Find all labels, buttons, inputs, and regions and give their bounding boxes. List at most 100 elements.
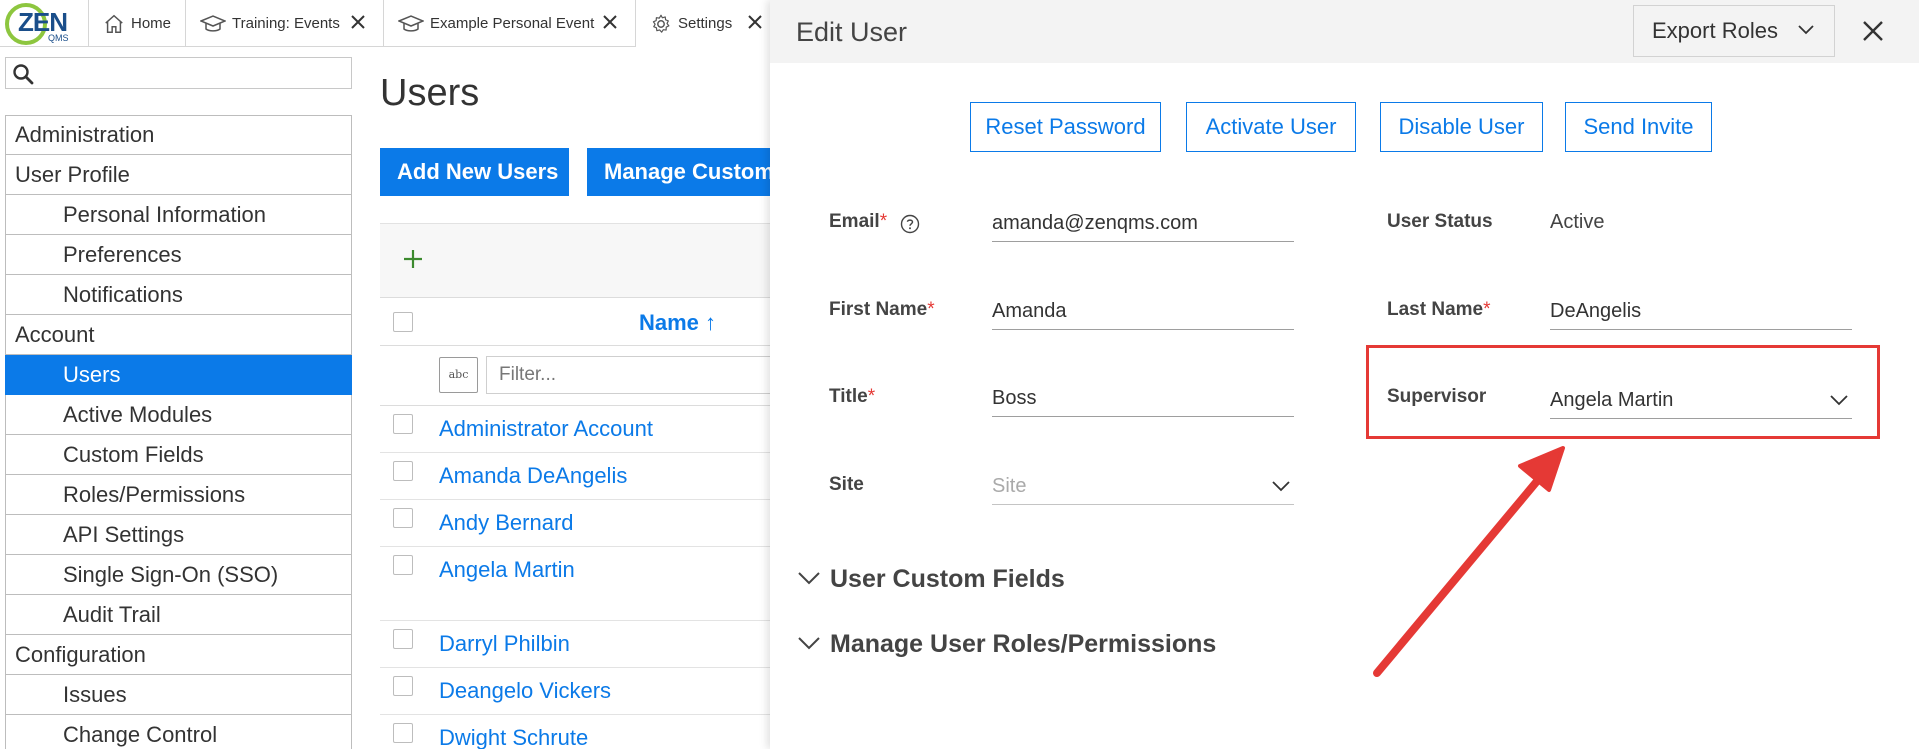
close-icon[interactable]	[601, 13, 619, 31]
panel-header: Edit User Export Roles	[770, 0, 1919, 63]
add-new-users-button[interactable]: Add New Users	[380, 148, 569, 196]
title-label: Title*	[829, 386, 875, 408]
close-icon[interactable]	[746, 13, 764, 31]
nav-section-user-profile[interactable]: User Profile	[5, 155, 352, 195]
export-roles-dropdown[interactable]: Export Roles	[1633, 5, 1835, 57]
select-all-checkbox[interactable]	[393, 312, 413, 332]
row-checkbox[interactable]	[393, 414, 413, 434]
first-name-label: First Name*	[829, 299, 935, 321]
chevron-down-icon	[1272, 481, 1290, 492]
add-icon[interactable]	[403, 249, 423, 269]
activate-user-button[interactable]: Activate User	[1186, 102, 1356, 152]
grid-filter-row: abc	[380, 346, 770, 406]
table-row: Angela Martin	[380, 547, 770, 621]
chevron-down-icon	[798, 637, 820, 650]
reset-password-button[interactable]: Reset Password	[970, 102, 1161, 152]
user-custom-fields-section[interactable]: User Custom Fields	[798, 565, 1065, 594]
title-field[interactable]: Boss	[992, 377, 1294, 417]
nav-item-users[interactable]: Users	[5, 355, 352, 395]
search-input[interactable]	[40, 62, 340, 84]
page-title: Users	[380, 72, 480, 114]
nav-item-audit-trail[interactable]: Audit Trail	[5, 595, 352, 635]
user-name-link[interactable]: Administrator Account	[439, 416, 653, 442]
logo-subtext: QMS	[48, 33, 69, 43]
name-header-label: Name	[639, 310, 699, 335]
site-select[interactable]: Site	[992, 465, 1294, 505]
tab-training-events[interactable]: Training: Events	[185, 0, 383, 47]
email-label: Email*	[829, 211, 887, 233]
nav-item-sso[interactable]: Single Sign-On (SSO)	[5, 555, 352, 595]
first-name-label-text: First Name	[829, 299, 928, 320]
sidebar-search[interactable]	[5, 57, 352, 89]
row-checkbox[interactable]	[393, 508, 413, 528]
mortarboard-icon	[200, 14, 226, 32]
email-field[interactable]: amanda@zenqms.com	[992, 202, 1294, 242]
row-checkbox[interactable]	[393, 461, 413, 481]
user-name-link[interactable]: Deangelo Vickers	[439, 678, 611, 704]
table-row: Dwight Schrute	[380, 715, 770, 749]
tab-home[interactable]: Home	[88, 0, 185, 47]
close-icon[interactable]	[349, 13, 367, 31]
table-row: Andy Bernard	[380, 500, 770, 547]
grid-toolbar	[380, 223, 770, 297]
tab-bar: ZEN QMS Home Training: Events Example Pe…	[0, 0, 770, 47]
send-invite-button[interactable]: Send Invite	[1565, 102, 1712, 152]
close-icon[interactable]	[1860, 18, 1886, 44]
nav-item-issues[interactable]: Issues	[5, 675, 352, 715]
nav-item-custom-fields[interactable]: Custom Fields	[5, 435, 352, 475]
name-filter-input[interactable]	[486, 356, 770, 394]
home-icon	[105, 14, 123, 33]
nav-item-roles-permissions[interactable]: Roles/Permissions	[5, 475, 352, 515]
section-title: User Custom Fields	[830, 565, 1065, 593]
tab-example-personal-event[interactable]: Example Personal Event	[383, 0, 635, 47]
user-status-label: User Status	[1387, 211, 1493, 232]
table-row: Administrator Account	[380, 406, 770, 453]
grid-header: Name ↑	[380, 297, 770, 346]
site-label: Site	[829, 474, 864, 495]
text-filter-type-icon[interactable]: abc	[439, 357, 478, 393]
row-checkbox[interactable]	[393, 723, 413, 743]
required-marker: *	[867, 386, 876, 407]
required-marker: *	[879, 211, 888, 232]
manage-custom-fields-button[interactable]: Manage Custom	[587, 148, 770, 196]
nav-section-administration[interactable]: Administration	[5, 115, 352, 155]
nav-item-personal-information[interactable]: Personal Information	[5, 195, 352, 235]
last-name-field[interactable]: DeAngelis	[1550, 290, 1852, 330]
search-icon	[13, 64, 34, 85]
mortarboard-icon	[398, 14, 424, 32]
nav-item-preferences[interactable]: Preferences	[5, 235, 352, 275]
nav-item-change-control[interactable]: Change Control	[5, 715, 352, 749]
chevron-down-icon	[798, 572, 820, 585]
user-name-link[interactable]: Darryl Philbin	[439, 631, 570, 657]
row-checkbox[interactable]	[393, 676, 413, 696]
first-name-field[interactable]: Amanda	[992, 290, 1294, 330]
nav-item-active-modules[interactable]: Active Modules	[5, 395, 352, 435]
user-name-link[interactable]: Dwight Schrute	[439, 725, 588, 749]
nav-item-api-settings[interactable]: API Settings	[5, 515, 352, 555]
sort-ascending-icon: ↑	[705, 310, 717, 335]
help-icon[interactable]	[900, 214, 920, 234]
nav-section-configuration[interactable]: Configuration	[5, 635, 352, 675]
zenqms-logo: ZEN QMS	[2, 1, 74, 46]
nav-section-account[interactable]: Account	[5, 315, 352, 355]
tab-settings[interactable]: Settings	[635, 0, 770, 47]
settings-nav: Administration User Profile Personal Inf…	[5, 115, 352, 749]
disable-user-button[interactable]: Disable User	[1380, 102, 1543, 152]
last-name-label: Last Name*	[1387, 299, 1491, 321]
table-row: Amanda DeAngelis	[380, 453, 770, 500]
last-name-label-text: Last Name	[1387, 299, 1484, 320]
tab-label: Settings	[678, 15, 733, 32]
user-name-link[interactable]: Amanda DeAngelis	[439, 463, 627, 489]
tab-label: Training: Events	[232, 15, 340, 32]
user-name-link[interactable]: Andy Bernard	[439, 510, 574, 536]
user-name-link[interactable]: Angela Martin	[439, 557, 575, 583]
nav-item-notifications[interactable]: Notifications	[5, 275, 352, 315]
row-checkbox[interactable]	[393, 629, 413, 649]
manage-roles-section[interactable]: Manage User Roles/Permissions	[798, 630, 1217, 659]
site-placeholder: Site	[992, 475, 1027, 497]
name-column-header[interactable]: Name ↑	[639, 310, 716, 336]
annotation-arrow	[1373, 446, 1565, 677]
row-checkbox[interactable]	[393, 555, 413, 575]
required-marker: *	[927, 299, 935, 320]
section-title: Manage User Roles/Permissions	[830, 630, 1217, 658]
